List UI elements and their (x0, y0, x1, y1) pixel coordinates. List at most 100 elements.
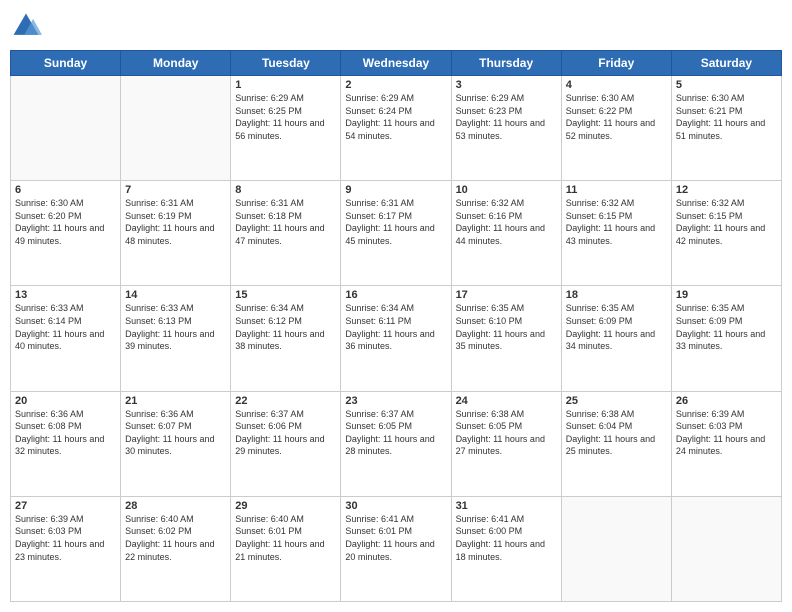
day-info: Sunrise: 6:31 AMSunset: 6:19 PMDaylight:… (125, 197, 226, 247)
day-cell: 20Sunrise: 6:36 AMSunset: 6:08 PMDayligh… (11, 391, 121, 496)
header (10, 10, 782, 42)
weekday-header-wednesday: Wednesday (341, 51, 451, 76)
day-number: 17 (456, 289, 557, 301)
weekday-header-saturday: Saturday (671, 51, 781, 76)
day-info: Sunrise: 6:30 AMSunset: 6:20 PMDaylight:… (15, 197, 116, 247)
weekday-header-sunday: Sunday (11, 51, 121, 76)
day-cell: 9Sunrise: 6:31 AMSunset: 6:17 PMDaylight… (341, 181, 451, 286)
week-row-4: 20Sunrise: 6:36 AMSunset: 6:08 PMDayligh… (11, 391, 782, 496)
day-info: Sunrise: 6:37 AMSunset: 6:05 PMDaylight:… (345, 408, 446, 458)
day-cell: 11Sunrise: 6:32 AMSunset: 6:15 PMDayligh… (561, 181, 671, 286)
day-number: 12 (676, 184, 777, 196)
day-number: 10 (456, 184, 557, 196)
weekday-header-friday: Friday (561, 51, 671, 76)
day-cell: 25Sunrise: 6:38 AMSunset: 6:04 PMDayligh… (561, 391, 671, 496)
week-row-5: 27Sunrise: 6:39 AMSunset: 6:03 PMDayligh… (11, 496, 782, 601)
day-cell: 7Sunrise: 6:31 AMSunset: 6:19 PMDaylight… (121, 181, 231, 286)
day-info: Sunrise: 6:38 AMSunset: 6:05 PMDaylight:… (456, 408, 557, 458)
weekday-header-row: SundayMondayTuesdayWednesdayThursdayFrid… (11, 51, 782, 76)
day-info: Sunrise: 6:30 AMSunset: 6:21 PMDaylight:… (676, 92, 777, 142)
day-cell: 2Sunrise: 6:29 AMSunset: 6:24 PMDaylight… (341, 76, 451, 181)
day-info: Sunrise: 6:30 AMSunset: 6:22 PMDaylight:… (566, 92, 667, 142)
day-number: 6 (15, 184, 116, 196)
day-number: 16 (345, 289, 446, 301)
day-cell: 4Sunrise: 6:30 AMSunset: 6:22 PMDaylight… (561, 76, 671, 181)
day-cell: 17Sunrise: 6:35 AMSunset: 6:10 PMDayligh… (451, 286, 561, 391)
day-number: 4 (566, 79, 667, 91)
week-row-3: 13Sunrise: 6:33 AMSunset: 6:14 PMDayligh… (11, 286, 782, 391)
day-cell: 14Sunrise: 6:33 AMSunset: 6:13 PMDayligh… (121, 286, 231, 391)
weekday-header-tuesday: Tuesday (231, 51, 341, 76)
day-info: Sunrise: 6:36 AMSunset: 6:08 PMDaylight:… (15, 408, 116, 458)
day-cell: 30Sunrise: 6:41 AMSunset: 6:01 PMDayligh… (341, 496, 451, 601)
day-number: 29 (235, 500, 336, 512)
day-info: Sunrise: 6:31 AMSunset: 6:17 PMDaylight:… (345, 197, 446, 247)
day-cell: 28Sunrise: 6:40 AMSunset: 6:02 PMDayligh… (121, 496, 231, 601)
day-number: 2 (345, 79, 446, 91)
weekday-header-thursday: Thursday (451, 51, 561, 76)
day-cell (671, 496, 781, 601)
day-cell: 13Sunrise: 6:33 AMSunset: 6:14 PMDayligh… (11, 286, 121, 391)
day-info: Sunrise: 6:33 AMSunset: 6:14 PMDaylight:… (15, 302, 116, 352)
day-info: Sunrise: 6:34 AMSunset: 6:12 PMDaylight:… (235, 302, 336, 352)
day-cell: 18Sunrise: 6:35 AMSunset: 6:09 PMDayligh… (561, 286, 671, 391)
day-cell: 10Sunrise: 6:32 AMSunset: 6:16 PMDayligh… (451, 181, 561, 286)
day-info: Sunrise: 6:29 AMSunset: 6:23 PMDaylight:… (456, 92, 557, 142)
day-number: 7 (125, 184, 226, 196)
day-info: Sunrise: 6:35 AMSunset: 6:09 PMDaylight:… (566, 302, 667, 352)
day-info: Sunrise: 6:40 AMSunset: 6:01 PMDaylight:… (235, 513, 336, 563)
day-number: 3 (456, 79, 557, 91)
day-info: Sunrise: 6:37 AMSunset: 6:06 PMDaylight:… (235, 408, 336, 458)
day-number: 30 (345, 500, 446, 512)
day-number: 23 (345, 395, 446, 407)
day-number: 24 (456, 395, 557, 407)
day-info: Sunrise: 6:32 AMSunset: 6:15 PMDaylight:… (676, 197, 777, 247)
day-cell: 22Sunrise: 6:37 AMSunset: 6:06 PMDayligh… (231, 391, 341, 496)
day-number: 18 (566, 289, 667, 301)
day-cell: 19Sunrise: 6:35 AMSunset: 6:09 PMDayligh… (671, 286, 781, 391)
day-info: Sunrise: 6:41 AMSunset: 6:01 PMDaylight:… (345, 513, 446, 563)
day-info: Sunrise: 6:40 AMSunset: 6:02 PMDaylight:… (125, 513, 226, 563)
day-number: 14 (125, 289, 226, 301)
day-number: 5 (676, 79, 777, 91)
day-info: Sunrise: 6:35 AMSunset: 6:10 PMDaylight:… (456, 302, 557, 352)
weekday-header-monday: Monday (121, 51, 231, 76)
day-number: 22 (235, 395, 336, 407)
day-info: Sunrise: 6:29 AMSunset: 6:25 PMDaylight:… (235, 92, 336, 142)
day-info: Sunrise: 6:34 AMSunset: 6:11 PMDaylight:… (345, 302, 446, 352)
day-cell: 29Sunrise: 6:40 AMSunset: 6:01 PMDayligh… (231, 496, 341, 601)
day-cell: 24Sunrise: 6:38 AMSunset: 6:05 PMDayligh… (451, 391, 561, 496)
day-info: Sunrise: 6:39 AMSunset: 6:03 PMDaylight:… (676, 408, 777, 458)
day-number: 31 (456, 500, 557, 512)
day-cell: 16Sunrise: 6:34 AMSunset: 6:11 PMDayligh… (341, 286, 451, 391)
day-cell: 27Sunrise: 6:39 AMSunset: 6:03 PMDayligh… (11, 496, 121, 601)
day-number: 15 (235, 289, 336, 301)
day-number: 26 (676, 395, 777, 407)
day-info: Sunrise: 6:33 AMSunset: 6:13 PMDaylight:… (125, 302, 226, 352)
day-cell (11, 76, 121, 181)
day-number: 8 (235, 184, 336, 196)
calendar-table: SundayMondayTuesdayWednesdayThursdayFrid… (10, 50, 782, 602)
day-number: 1 (235, 79, 336, 91)
day-info: Sunrise: 6:29 AMSunset: 6:24 PMDaylight:… (345, 92, 446, 142)
day-cell: 8Sunrise: 6:31 AMSunset: 6:18 PMDaylight… (231, 181, 341, 286)
day-info: Sunrise: 6:41 AMSunset: 6:00 PMDaylight:… (456, 513, 557, 563)
day-cell: 5Sunrise: 6:30 AMSunset: 6:21 PMDaylight… (671, 76, 781, 181)
page: SundayMondayTuesdayWednesdayThursdayFrid… (0, 0, 792, 612)
logo (10, 10, 46, 42)
day-cell: 26Sunrise: 6:39 AMSunset: 6:03 PMDayligh… (671, 391, 781, 496)
day-info: Sunrise: 6:32 AMSunset: 6:15 PMDaylight:… (566, 197, 667, 247)
logo-icon (10, 10, 42, 42)
day-cell: 15Sunrise: 6:34 AMSunset: 6:12 PMDayligh… (231, 286, 341, 391)
day-cell: 23Sunrise: 6:37 AMSunset: 6:05 PMDayligh… (341, 391, 451, 496)
day-info: Sunrise: 6:39 AMSunset: 6:03 PMDaylight:… (15, 513, 116, 563)
day-number: 21 (125, 395, 226, 407)
day-number: 11 (566, 184, 667, 196)
day-cell: 1Sunrise: 6:29 AMSunset: 6:25 PMDaylight… (231, 76, 341, 181)
day-info: Sunrise: 6:31 AMSunset: 6:18 PMDaylight:… (235, 197, 336, 247)
day-number: 19 (676, 289, 777, 301)
day-number: 27 (15, 500, 116, 512)
day-number: 13 (15, 289, 116, 301)
day-cell: 6Sunrise: 6:30 AMSunset: 6:20 PMDaylight… (11, 181, 121, 286)
day-cell: 31Sunrise: 6:41 AMSunset: 6:00 PMDayligh… (451, 496, 561, 601)
